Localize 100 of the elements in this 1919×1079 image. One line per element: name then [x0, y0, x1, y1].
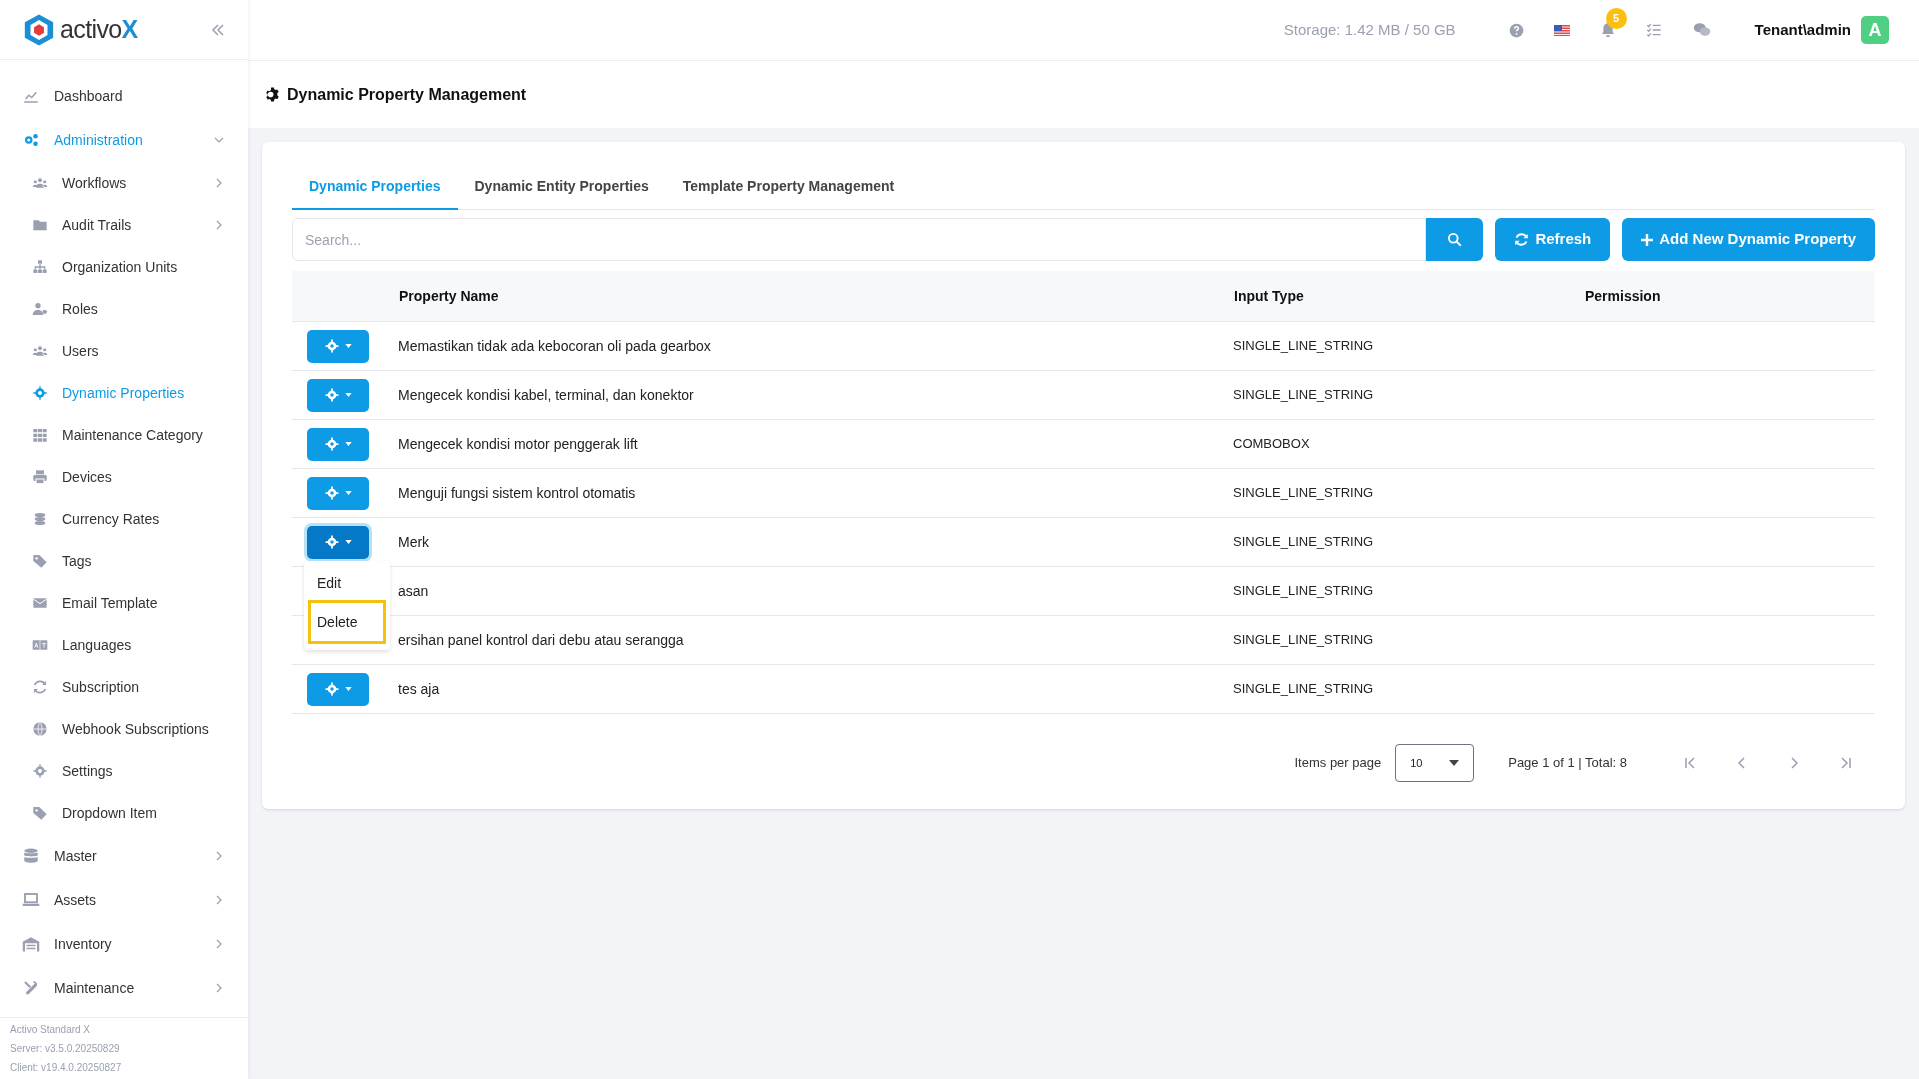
items-per-page-label: Items per page [1294, 754, 1382, 773]
chevron-down-icon [214, 135, 224, 145]
row-actions-button[interactable] [307, 427, 369, 461]
menu-item[interactable]: Delete [308, 600, 386, 644]
table-cell-text: Merk [398, 532, 431, 552]
notification-badge: 5 [1605, 8, 1627, 29]
sidebar-item[interactable]: Assets [0, 878, 248, 922]
table-cell-text: SINGLE_LINE_STRING [1233, 631, 1375, 650]
sidebar-item[interactable]: Organization Units [0, 246, 248, 288]
users-icon [32, 175, 48, 191]
version-text: Client: v19.4.0.20250827 [10, 1061, 123, 1075]
envelope-icon [32, 595, 48, 611]
language-button[interactable] [1553, 24, 1570, 36]
folder-icon [32, 217, 48, 233]
user-name[interactable]: Tenant\admin [1754, 18, 1851, 42]
sidebar-item[interactable]: Languages [0, 624, 248, 666]
tasks-button[interactable] [1645, 22, 1662, 38]
coins-icon [32, 511, 48, 527]
menu-item[interactable]: Edit [308, 567, 386, 600]
chevron-right-icon [214, 895, 224, 905]
chevron-right-icon [1839, 756, 1853, 770]
sidebar-item[interactable]: Settings [0, 750, 248, 792]
table-cell-text: Mengecek kondisi motor penggerak lift [398, 434, 639, 454]
column-header[interactable]: Input Type [1233, 285, 1584, 307]
sidebar-item[interactable]: Master [0, 834, 248, 878]
sidebar-item[interactable]: Roles [0, 288, 248, 330]
grid-icon [32, 427, 48, 443]
sidebar-item[interactable]: Tags [0, 540, 248, 582]
caret-down-icon [344, 344, 352, 348]
sidebar-item[interactable]: Audit Trails [0, 204, 248, 246]
column-header[interactable]: Permission [1584, 285, 1875, 307]
sidebar-item[interactable]: Currency Rates [0, 498, 248, 540]
chat-button[interactable] [1691, 21, 1712, 39]
caret-down-icon [1449, 760, 1460, 766]
sidebar-item[interactable]: Users [0, 330, 248, 372]
chevron-right-icon [214, 178, 224, 188]
user-tag-icon [32, 301, 48, 317]
sidebar-item[interactable]: Email Template [0, 582, 248, 624]
caret-down-icon [344, 442, 352, 446]
tab[interactable]: Template Property Management [665, 172, 912, 210]
sidebar-item[interactable]: Inventory [0, 922, 248, 966]
collapse-sidebar-button[interactable] [210, 21, 226, 38]
sidebar-item[interactable]: Dropdown Item [0, 792, 248, 834]
sidebar-item[interactable]: Maintenance Category [0, 414, 248, 456]
caret-down-icon [344, 540, 352, 544]
caret-down-icon [344, 491, 352, 495]
chevron-right-icon [214, 939, 224, 949]
table-cell-text: SINGLE_LINE_STRING [1233, 386, 1375, 405]
sidebar-item[interactable]: Devices [0, 456, 248, 498]
tag-icon [32, 553, 48, 569]
version-text: Server: v3.5.0.20250829 [10, 1042, 121, 1056]
help-icon [1508, 22, 1524, 38]
page-title: Dynamic Property Management [287, 84, 527, 105]
caret-down-icon [344, 393, 352, 397]
sidebar-item[interactable]: Workflows [0, 162, 248, 204]
printer-icon [32, 469, 48, 485]
table-cell-text: SINGLE_LINE_STRING [1233, 533, 1375, 552]
sidebar-item[interactable]: Maintenance [0, 966, 248, 1010]
page-size-select[interactable]: 10 [1395, 744, 1475, 782]
checklist-icon [1645, 22, 1662, 38]
row-actions-button[interactable] [307, 378, 369, 412]
sitemap-icon [32, 259, 48, 275]
sidebar-item[interactable]: Subscription [0, 666, 248, 708]
row-actions-button[interactable] [307, 476, 369, 510]
refresh-icon [1514, 232, 1530, 247]
column-header[interactable]: Property Name [398, 285, 1233, 307]
search-button[interactable] [1426, 218, 1484, 261]
search-field[interactable]: Search... [292, 218, 1427, 261]
activox-logo[interactable]: activoX [22, 12, 139, 47]
users-icon [32, 343, 48, 359]
table-cell-text: SINGLE_LINE_STRING [1233, 582, 1375, 601]
chevron-right-icon [214, 220, 224, 230]
double-chevron-left-icon [210, 21, 226, 38]
tab[interactable]: Dynamic Entity Properties [457, 172, 666, 210]
row-actions-button[interactable] [307, 329, 369, 363]
search-icon [1447, 232, 1463, 247]
help-button[interactable] [1508, 22, 1524, 38]
table-cell-text: ersihan panel kontrol dari debu atau serangga [398, 630, 685, 650]
page-summary: Page 1 of 1 | Total: 8 [1508, 754, 1627, 773]
warehouse-icon [22, 935, 40, 953]
table-cell-text: asan [398, 581, 430, 601]
sidebar-item[interactable]: Webhook Subscriptions [0, 708, 248, 750]
language-icon [32, 637, 48, 653]
row-actions-button[interactable] [307, 525, 369, 559]
database-icon [22, 847, 40, 865]
version-text: Activo Standard X [10, 1023, 92, 1037]
flag-icon [1553, 24, 1570, 36]
chevron-right-icon [214, 851, 224, 861]
sidebar-item[interactable]: Dashboard [0, 74, 248, 118]
laptop-icon [22, 891, 40, 909]
chevron-left-icon [1683, 756, 1697, 770]
caret-down-icon [344, 687, 352, 691]
row-actions-button[interactable] [307, 672, 369, 706]
storage-text: Storage: 1.42 MB / 50 GB [1283, 19, 1456, 40]
refresh-icon [32, 679, 48, 695]
tag-icon [32, 805, 48, 821]
table-cell-text: Memastikan tidak ada kebocoran oli pada gearbox [398, 336, 712, 356]
chat-icon [1691, 21, 1712, 39]
table-cell-text: SINGLE_LINE_STRING [1233, 337, 1375, 356]
table-cell-text: Menguji fungsi sistem kontrol otomatis [398, 483, 637, 503]
